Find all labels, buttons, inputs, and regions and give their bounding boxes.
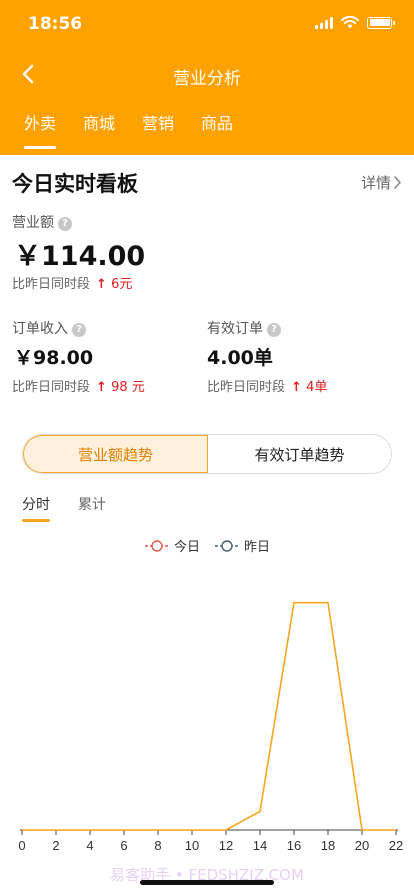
- home-indicator: [140, 880, 274, 885]
- x-tick-label: 8: [154, 838, 161, 853]
- page-title: 营业分析: [173, 69, 241, 89]
- legend-yesterday-label: 昨日: [244, 540, 271, 555]
- battery-icon: [367, 16, 395, 29]
- sub-tabs: 分时 累计: [22, 494, 106, 522]
- tab-hourly[interactable]: 分时: [22, 494, 50, 522]
- chevron-right-icon: [394, 176, 401, 189]
- valid-orders-compare: 比昨日同时段 ↑ 4单: [207, 376, 327, 395]
- status-bar: 18:56: [0, 0, 414, 50]
- revenue-compare: 比昨日同时段 ↑ 6元: [12, 273, 132, 292]
- status-icons: [315, 16, 395, 29]
- orders-trend-button[interactable]: 有效订单趋势: [208, 435, 391, 473]
- help-icon[interactable]: ?: [267, 322, 281, 337]
- compare-label: 比昨日同时段: [12, 380, 91, 395]
- x-tick-label: 10: [185, 838, 199, 853]
- compare-label: 比昨日同时段: [12, 277, 91, 292]
- legend-yesterday-marker: [215, 539, 239, 552]
- legend-today[interactable]: 今日: [144, 536, 200, 555]
- arrow-up-icon: ↑: [96, 277, 107, 292]
- header-bar: 18:56 营业分析 外卖 商城 营销 商品: [0, 0, 414, 155]
- revenue-value: ￥114.00: [14, 241, 146, 272]
- x-tick-label: 12: [219, 838, 233, 853]
- x-tick-label: 6: [120, 838, 127, 853]
- x-tick-label: 14: [253, 838, 267, 853]
- board-title: 今日实时看板: [12, 172, 138, 196]
- status-time: 18:56: [28, 14, 83, 34]
- series-line-yesterday: [22, 602, 396, 831]
- series-line-today: [22, 601, 396, 831]
- x-tick-label: 18: [321, 838, 335, 853]
- order-income-value: ￥98.00: [14, 347, 94, 369]
- tab-waimai[interactable]: 外卖: [24, 110, 57, 155]
- x-tick-label: 4: [86, 838, 93, 853]
- top-tabs: 外卖 商城 营销 商品: [0, 110, 236, 155]
- tab-cumulative[interactable]: 累计: [78, 494, 106, 520]
- revenue-change: 6元: [111, 277, 133, 292]
- legend-today-marker: [144, 539, 169, 552]
- x-tick-label: 0: [18, 838, 25, 853]
- wifi-icon: [341, 16, 359, 29]
- valid-orders-label: 有效订单: [207, 321, 263, 337]
- x-tick-label: 2: [52, 838, 59, 853]
- revenue-trend-button[interactable]: 营业额趋势: [23, 435, 208, 473]
- help-icon[interactable]: ?: [58, 216, 72, 231]
- x-tick-label: 22: [389, 838, 403, 853]
- trend-chart: 0 2 4 6 8 10 12 14 16 18 20 22: [18, 601, 403, 853]
- legend-today-label: 今日: [173, 540, 200, 555]
- x-tick-label: 16: [287, 838, 301, 853]
- order-income-label: 订单收入: [12, 321, 68, 337]
- legend-yesterday[interactable]: 昨日: [214, 536, 270, 555]
- x-tick-label: 20: [355, 838, 369, 853]
- revenue-label: 营业额: [12, 215, 54, 231]
- tab-mall[interactable]: 商城: [83, 110, 115, 155]
- revenue-label-group: 营业额?: [12, 212, 72, 232]
- valid-orders-value: 4.00单: [207, 347, 273, 369]
- arrow-up-icon: ↑: [291, 380, 302, 395]
- arrow-up-icon: ↑: [96, 380, 107, 395]
- chart-legend: 今日 昨日: [0, 536, 414, 555]
- compare-label: 比昨日同时段: [207, 380, 286, 395]
- nav-bar: 营业分析: [0, 52, 414, 96]
- detail-label: 详情: [360, 174, 391, 192]
- help-icon[interactable]: ?: [72, 322, 86, 337]
- detail-link[interactable]: 详情: [361, 172, 402, 193]
- order-income-label-group: 订单收入?: [12, 318, 86, 338]
- valid-orders-change: 4单: [306, 380, 328, 395]
- order-income-compare: 比昨日同时段 ↑ 98 元: [12, 376, 145, 395]
- tab-products[interactable]: 商品: [201, 110, 233, 155]
- tab-marketing[interactable]: 营销: [142, 110, 174, 155]
- trend-switch: 营业额趋势 有效订单趋势: [22, 434, 392, 474]
- signal-icon: [315, 16, 333, 29]
- valid-orders-label-group: 有效订单?: [207, 318, 281, 338]
- order-income-change: 98 元: [111, 380, 145, 395]
